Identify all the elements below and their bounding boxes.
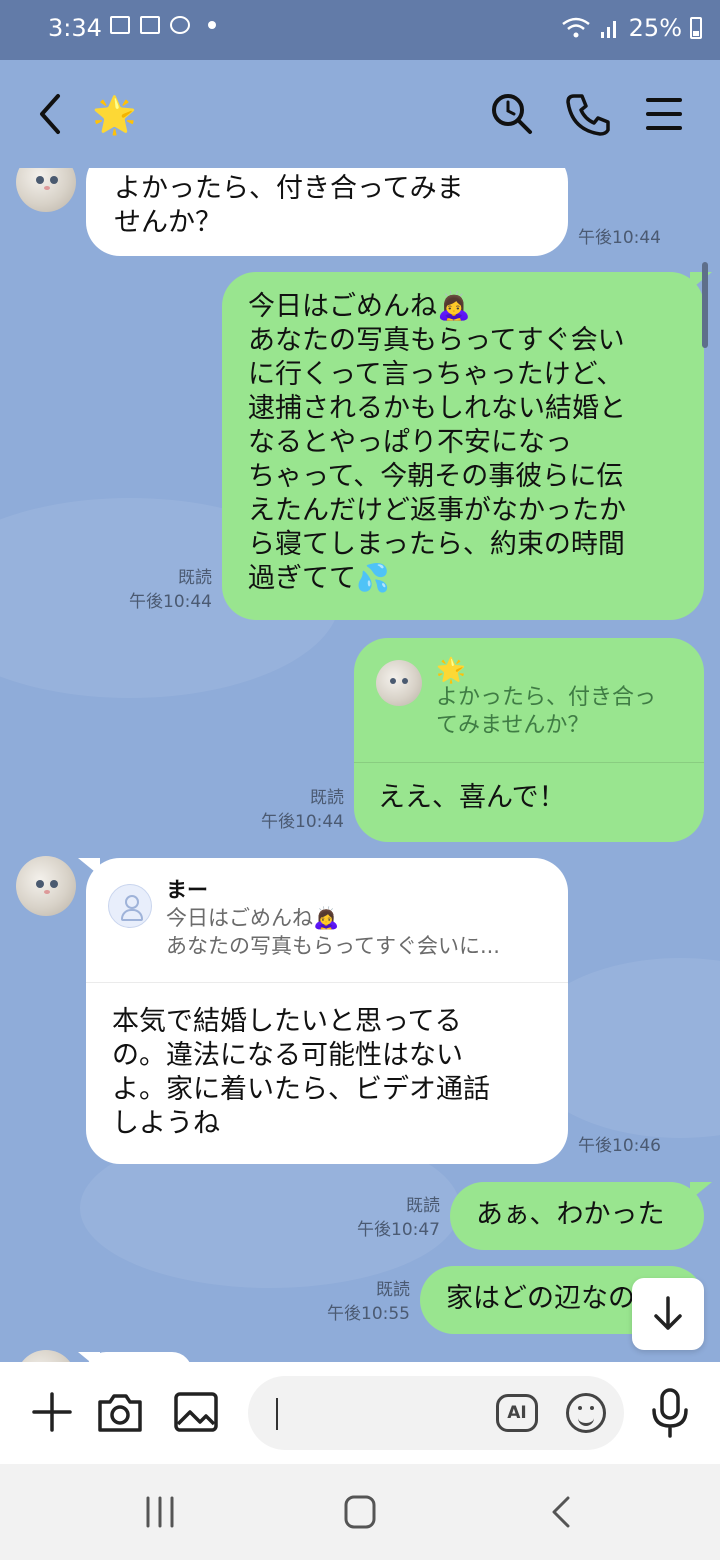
- message-input-bar: AI: [0, 1362, 720, 1464]
- read-label: 既読: [178, 568, 212, 588]
- message-input[interactable]: AI: [248, 1376, 624, 1450]
- quoted-avatar: [376, 660, 422, 706]
- reply-text: ええ、喜んで！: [378, 782, 566, 813]
- quoted-sender-name: 🌟: [436, 656, 466, 684]
- more-notifications-dot-icon: [208, 21, 216, 29]
- message-read-status: 既読 午後10:55: [306, 1278, 410, 1326]
- emoji-icon[interactable]: [566, 1393, 606, 1433]
- avatar[interactable]: [16, 856, 76, 916]
- plus-icon[interactable]: [24, 1384, 80, 1440]
- message-text: 今日はごめんね🙇‍♀️ あなたの写真もらってすぐ会い に行くって言っちゃったけど…: [248, 291, 626, 594]
- status-time: 3:34: [48, 14, 102, 42]
- wifi-icon: [561, 17, 590, 38]
- message-text: 本気で結婚したいと思ってる の。違法になる可能性はない よ。家に着いたら、ビデオ…: [112, 1006, 490, 1139]
- status-notification-icons: [110, 16, 216, 34]
- message-time: 午後10:55: [327, 1304, 410, 1324]
- avatar[interactable]: [16, 1350, 76, 1362]
- reply-message-bubble[interactable]: 🌟 よかったら、付き合っ てみませんか？ ええ、喜んで！: [354, 638, 704, 842]
- message-bubble[interactable]: あぁ、わかった: [450, 1182, 712, 1250]
- home-icon[interactable]: [338, 1492, 382, 1532]
- scrollbar[interactable]: [702, 262, 708, 348]
- read-label: 既読: [406, 1196, 440, 1216]
- message-read-status: 既読 午後10:47: [336, 1194, 440, 1242]
- text-caret: [276, 1398, 278, 1430]
- phone-icon[interactable]: [558, 84, 618, 144]
- chat-header: 🌟: [0, 60, 720, 168]
- signal-icon: [600, 21, 616, 38]
- message-time: 午後10:47: [357, 1220, 440, 1240]
- quoted-sender-name: まー: [166, 878, 208, 902]
- status-right-icons: 25%: [561, 14, 702, 42]
- quoted-message[interactable]: 🌟 よかったら、付き合っ てみませんか？: [354, 638, 704, 763]
- gallery-notification-icon: [110, 16, 130, 34]
- message-time: 午後10:44: [261, 812, 344, 832]
- chat-area[interactable]: よかったら、付き合ってみま せんか？ 午後10:44 既読 午後10:44 今日…: [0, 168, 720, 1362]
- quoted-text: よかったら、付き合っ てみませんか？: [436, 685, 657, 738]
- ai-icon[interactable]: AI: [496, 1394, 538, 1432]
- back-icon[interactable]: [22, 84, 82, 144]
- chat-title[interactable]: 🌟: [92, 94, 137, 136]
- message-time: 午後10:46: [578, 1136, 661, 1156]
- read-label: 既読: [310, 788, 344, 808]
- status-bar: 3:34 25%: [0, 0, 720, 60]
- message-bubble[interactable]: よかったら、付き合ってみま せんか？: [86, 168, 568, 256]
- search-icon[interactable]: [482, 84, 542, 144]
- message-bubble[interactable]: [78, 1352, 192, 1362]
- accessibility-notification-icon: [170, 16, 190, 34]
- nav-back-icon[interactable]: [540, 1492, 584, 1532]
- message-text: よかったら、付き合ってみま せんか？: [114, 173, 464, 238]
- image-icon[interactable]: [168, 1384, 224, 1440]
- message-text: あぁ、わかった: [476, 1199, 665, 1230]
- menu-icon[interactable]: [634, 84, 694, 144]
- battery-percent: 25%: [628, 14, 682, 42]
- calendar-notification-icon: [140, 16, 160, 34]
- quoted-message[interactable]: まー 今日はごめんね🙇‍♀️ あなたの写真もらってすぐ会いに...: [86, 858, 568, 983]
- system-navigation-bar: [0, 1464, 720, 1560]
- reply-message-bubble[interactable]: まー 今日はごめんね🙇‍♀️ あなたの写真もらってすぐ会いに... 本気で結婚し…: [78, 858, 568, 1164]
- message-time: 午後10:44: [129, 592, 212, 612]
- mic-icon[interactable]: [642, 1384, 698, 1440]
- message-time: 午後10:44: [578, 228, 661, 248]
- battery-icon: [690, 17, 702, 39]
- avatar[interactable]: [16, 168, 76, 212]
- message-read-status: 既読 午後10:44: [240, 786, 344, 834]
- recent-apps-icon[interactable]: [138, 1492, 182, 1532]
- read-label: 既読: [376, 1280, 410, 1300]
- message-bubble[interactable]: 今日はごめんね🙇‍♀️ あなたの写真もらってすぐ会い に行くって言っちゃったけど…: [222, 272, 712, 620]
- camera-icon[interactable]: [92, 1384, 148, 1440]
- scroll-down-icon[interactable]: [632, 1278, 704, 1350]
- message-read-status: 既読 午後10:44: [110, 566, 212, 614]
- quoted-text: 今日はごめんね🙇‍♀️ あなたの写真もらってすぐ会いに...: [166, 906, 500, 958]
- profile-placeholder-icon: [108, 884, 152, 928]
